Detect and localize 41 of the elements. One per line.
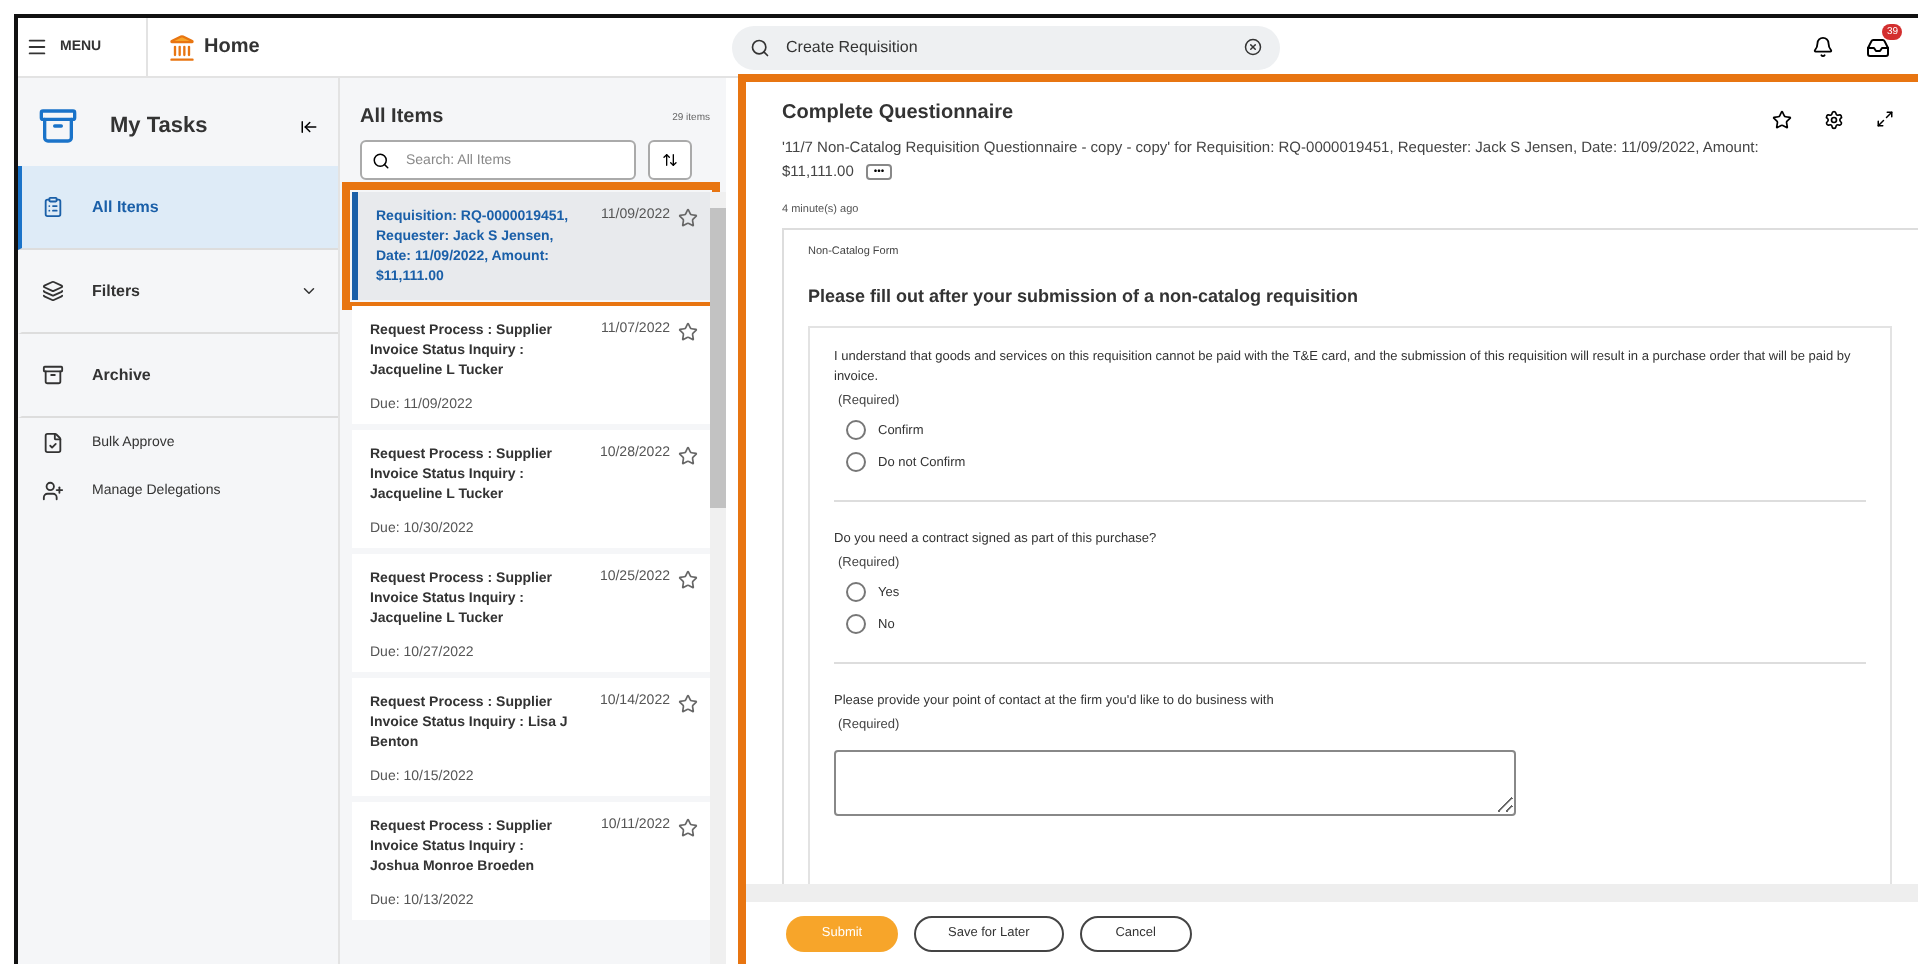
sidebar-item[interactable]: All Items xyxy=(18,166,338,250)
archive-icon xyxy=(42,364,64,386)
star-icon[interactable] xyxy=(1772,110,1792,130)
document-check-icon xyxy=(42,431,64,453)
sidebar-item[interactable]: Archive xyxy=(18,334,338,418)
answer-box[interactable] xyxy=(834,750,1516,816)
layers-icon xyxy=(42,280,64,302)
star-icon[interactable] xyxy=(678,694,698,714)
collapse-icon[interactable] xyxy=(300,117,318,135)
inbox-icon[interactable] xyxy=(1866,35,1890,59)
sidebar-item[interactable]: Filters xyxy=(18,250,338,334)
inbox-tray-icon xyxy=(38,106,78,146)
star-icon[interactable] xyxy=(678,446,698,466)
building-icon xyxy=(168,33,196,61)
star-icon[interactable] xyxy=(678,208,698,228)
list-title: All Items xyxy=(360,106,446,128)
user-add-icon xyxy=(42,479,64,501)
clipboard-icon xyxy=(42,196,64,218)
settings-icon[interactable] xyxy=(1824,110,1844,130)
star-icon[interactable] xyxy=(678,322,698,342)
panel-title: Complete Questionnaire xyxy=(782,102,1016,124)
radio-button[interactable] xyxy=(846,420,866,440)
expand-icon[interactable] xyxy=(1876,110,1894,128)
radio-button[interactable] xyxy=(846,582,866,602)
menu-icon xyxy=(26,36,48,58)
sort-button[interactable] xyxy=(648,140,692,180)
home-button[interactable]: Home xyxy=(168,33,732,61)
star-icon[interactable] xyxy=(678,818,698,838)
bell-icon[interactable] xyxy=(1812,36,1834,58)
chevron-down-icon xyxy=(300,282,318,300)
clear-icon[interactable] xyxy=(1244,38,1262,56)
form-heading: Please fill out after your submission of a non-catalog requisition xyxy=(808,286,1361,306)
search-icon xyxy=(750,37,770,57)
search-field[interactable]: Create Requisition xyxy=(732,25,1280,69)
scrollbar-thumb[interactable] xyxy=(710,208,726,508)
sort-icon xyxy=(662,152,678,168)
radio-button[interactable] xyxy=(846,452,866,472)
sidebar-title: My Tasks xyxy=(110,114,210,138)
radio-button[interactable] xyxy=(846,614,866,634)
star-icon[interactable] xyxy=(678,570,698,590)
search-icon xyxy=(372,152,390,170)
